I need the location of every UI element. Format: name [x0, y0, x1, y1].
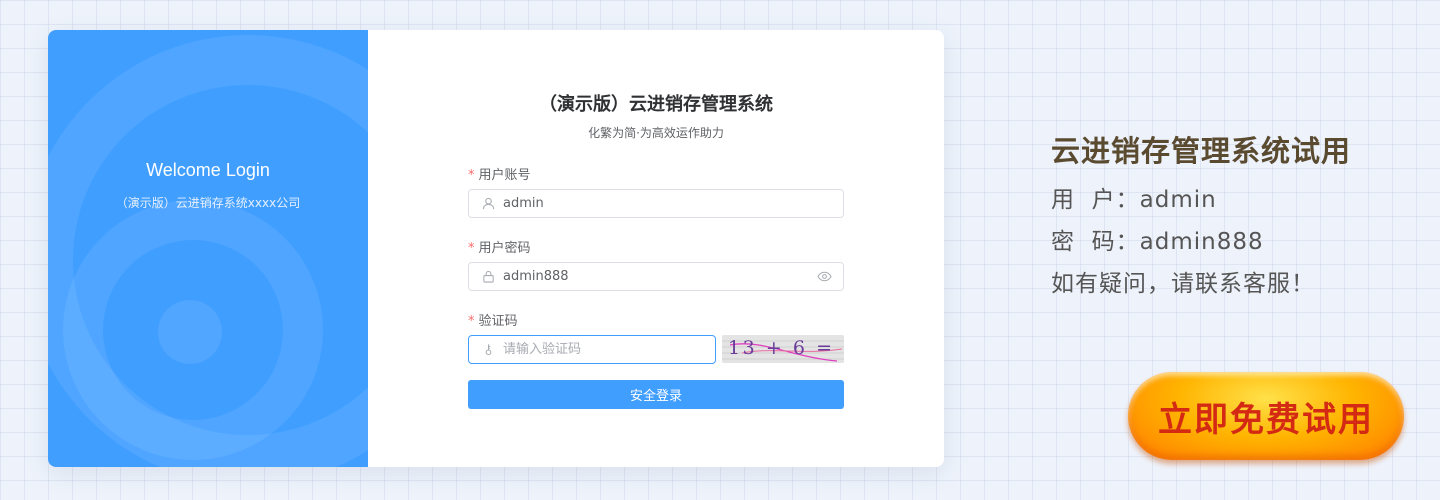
captcha-field[interactable]: [468, 335, 716, 364]
username-label: * 用户账号: [468, 168, 531, 183]
trial-username: 用 户：admin: [1051, 187, 1217, 213]
password-input[interactable]: [503, 269, 817, 284]
welcome-panel: Welcome Login （演示版）云进销存系统xxxx公司: [48, 30, 368, 467]
lock-icon: [481, 270, 495, 284]
captcha-image[interactable]: 13 + 6 =: [722, 335, 844, 363]
required-mark: *: [468, 241, 475, 256]
system-title: （演示版）云进销存管理系统: [539, 94, 773, 115]
key-icon: [481, 343, 495, 357]
user-icon: [481, 197, 495, 211]
captcha-input[interactable]: [503, 342, 715, 357]
captcha-label: * 验证码: [468, 314, 518, 329]
welcome-title: Welcome Login: [146, 160, 270, 180]
required-mark: *: [468, 314, 475, 329]
decorative-swirl-logo: [48, 35, 368, 467]
login-form: （演示版）云进销存管理系统 化繁为简·为高效运作助力 *用户账号 *用户密码 *…: [368, 30, 944, 467]
trial-password: 密 码：admin888: [1051, 229, 1264, 255]
captcha-text: 13 + 6 =: [728, 337, 832, 359]
trial-title: 云进销存管理系统试用: [1051, 134, 1352, 168]
secure-login-button[interactable]: 安全登录: [468, 380, 844, 409]
company-subtitle: （演示版）云进销存系统xxxx公司: [115, 196, 301, 210]
help-text: 如有疑问，请联系客服！: [1051, 271, 1315, 297]
system-slogan: 化繁为简·为高效运作助力: [588, 126, 724, 140]
username-input[interactable]: [503, 196, 843, 211]
login-card: Welcome Login （演示版）云进销存系统xxxx公司 （演示版）云进销…: [48, 30, 944, 467]
username-field[interactable]: [468, 189, 844, 218]
free-trial-button[interactable]: 立即免费试用: [1128, 372, 1404, 460]
password-label: * 用户密码: [468, 241, 531, 256]
eye-icon[interactable]: [817, 270, 833, 284]
required-mark: *: [468, 168, 475, 183]
password-field[interactable]: [468, 262, 844, 291]
